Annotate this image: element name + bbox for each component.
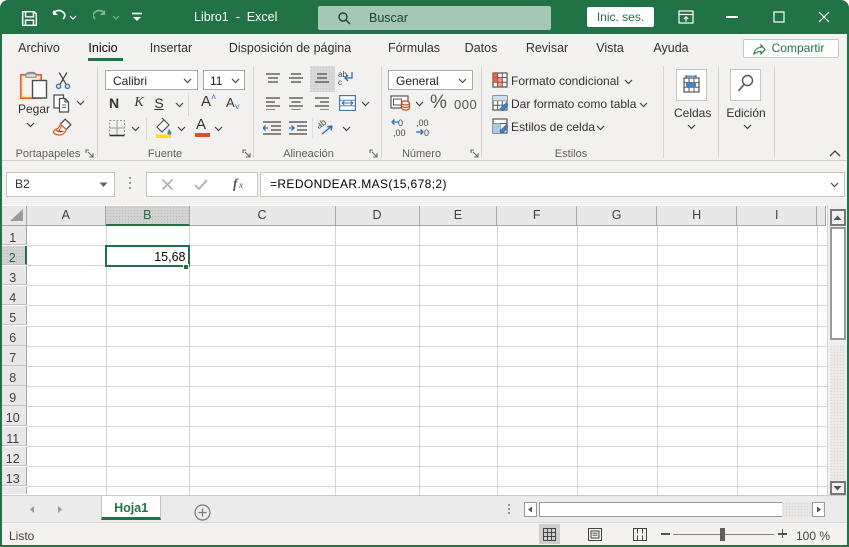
svg-text:,00: ,00 [393,128,406,138]
svg-text:ab: ab [318,118,328,131]
svg-text:,00: ,00 [416,118,429,128]
svg-text:c: c [338,78,342,87]
svg-text:0: 0 [398,118,403,128]
svg-text:0: 0 [424,128,429,138]
